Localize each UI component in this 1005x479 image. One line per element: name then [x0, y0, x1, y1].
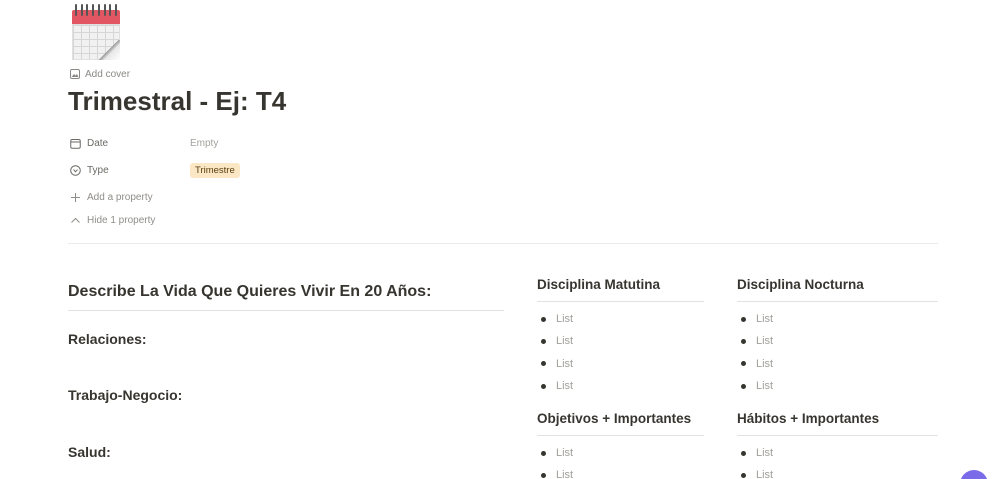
bullet: [541, 338, 546, 344]
disciplina-matutina-rule: [537, 301, 704, 302]
bullet: [741, 338, 746, 344]
add-cover-label: Add cover: [85, 68, 131, 80]
list-item[interactable]: List: [737, 464, 773, 479]
list-item[interactable]: List: [737, 375, 773, 397]
objetivos-heading[interactable]: Objetivos + Importantes: [537, 411, 691, 426]
list-item[interactable]: List: [537, 464, 573, 479]
list-item[interactable]: List: [537, 353, 573, 375]
disciplina-matutina-list: List List List List: [537, 308, 573, 397]
disciplina-nocturna-rule: [737, 301, 938, 302]
chevron-up-icon: [71, 217, 80, 223]
hide-property-label: Hide 1 property: [87, 214, 156, 226]
list-item[interactable]: List: [737, 442, 773, 464]
objetivos-rule: [537, 435, 704, 436]
hide-property-button[interactable]: Hide 1 property: [70, 211, 155, 229]
calendar-rings: [75, 4, 117, 16]
properties-divider: [68, 243, 938, 244]
disciplina-matutina-heading[interactable]: Disciplina Matutina: [537, 277, 660, 292]
bullet: [541, 316, 546, 322]
list-item[interactable]: List: [737, 330, 773, 352]
section-relaciones[interactable]: Relaciones:: [68, 331, 147, 347]
disciplina-nocturna-list: List List List List: [737, 308, 773, 397]
habitos-list: List List: [737, 442, 773, 479]
bullet: [541, 361, 546, 367]
page-calendar-icon[interactable]: [72, 4, 120, 60]
section-trabajo-negocio[interactable]: Trabajo-Negocio:: [68, 387, 182, 403]
plus-icon: [71, 192, 80, 202]
vision-heading[interactable]: Describe La Vida Que Quieres Vivir En 20…: [68, 283, 431, 301]
page-curl: [98, 40, 120, 60]
disciplina-nocturna-heading[interactable]: Disciplina Nocturna: [737, 277, 864, 292]
property-type[interactable]: Type: [70, 161, 109, 179]
list-item[interactable]: List: [737, 308, 773, 330]
bullet: [541, 383, 546, 389]
trimestre-tag: Trimestre: [190, 162, 240, 178]
bullet: [541, 472, 546, 478]
bullet: [541, 450, 546, 456]
habitos-heading[interactable]: Hábitos + Importantes: [737, 411, 879, 426]
bullet: [741, 361, 746, 367]
page-title[interactable]: Trimestral - Ej: T4: [68, 86, 286, 117]
calendar-small-icon: [70, 138, 81, 149]
property-date-label: Date: [87, 137, 109, 149]
add-property-button[interactable]: Add a property: [70, 188, 153, 206]
add-cover-button[interactable]: Add cover: [70, 66, 130, 82]
list-item[interactable]: List: [537, 308, 573, 330]
property-date[interactable]: Date: [70, 134, 108, 152]
bullet: [741, 383, 746, 389]
property-type-label: Type: [87, 164, 109, 176]
list-item[interactable]: List: [537, 442, 573, 464]
bullet: [741, 316, 746, 322]
list-item[interactable]: List: [737, 353, 773, 375]
select-icon: [70, 164, 81, 176]
habitos-rule: [737, 435, 938, 436]
add-property-label: Add a property: [87, 191, 153, 203]
list-item[interactable]: List: [537, 330, 573, 352]
section-salud[interactable]: Salud:: [68, 444, 111, 460]
help-bubble-icon[interactable]: [960, 470, 988, 479]
bullet: [741, 450, 746, 456]
image-icon: [70, 69, 80, 79]
property-type-value[interactable]: Trimestre: [190, 161, 240, 179]
calendar-body: [72, 24, 120, 60]
vision-heading-rule: [68, 310, 504, 311]
property-date-value[interactable]: Empty: [190, 134, 218, 152]
list-item[interactable]: List: [537, 375, 573, 397]
objetivos-list: List List: [537, 442, 573, 479]
bullet: [741, 472, 746, 478]
